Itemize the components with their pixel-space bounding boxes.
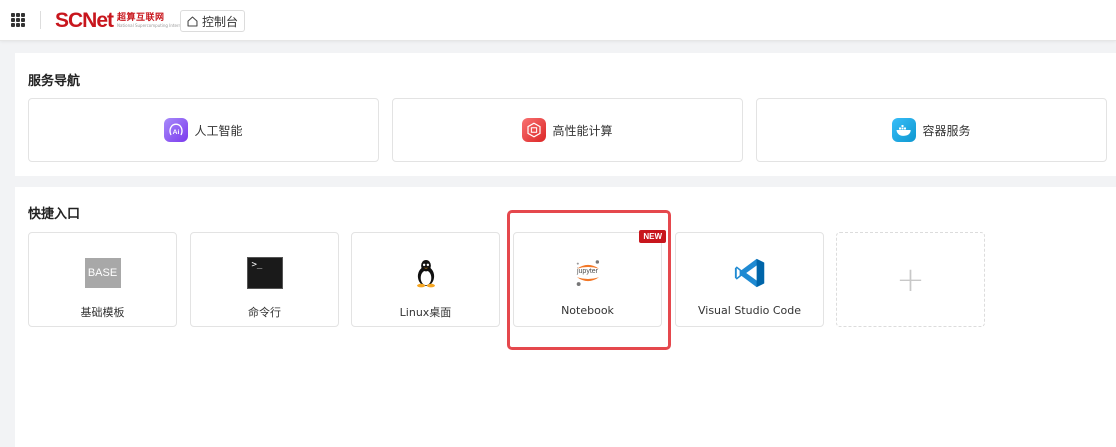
jupyter-icon: jupyter: [570, 255, 606, 291]
quick-card-terminal[interactable]: >_ 命令行: [190, 232, 339, 327]
service-label-hpc: 高性能计算: [552, 123, 613, 138]
service-navigation-title: 服务导航: [28, 74, 81, 89]
quick-card-base-template[interactable]: BASE 基础模板: [28, 232, 177, 327]
scnet-logo[interactable]: SCNet 超算互联网 National Supercomputing Inte…: [55, 9, 185, 33]
hpc-icon: [522, 118, 547, 142]
service-label-ai: 人工智能: [194, 123, 243, 138]
base-template-icon: BASE: [84, 255, 121, 291]
home-icon: [187, 16, 198, 26]
vscode-icon: [732, 255, 768, 291]
quick-label-notebook: Notebook: [561, 304, 614, 317]
svg-text:Ai: Ai: [173, 129, 180, 136]
logo-subtitle-cn: 超算互联网: [117, 13, 165, 23]
add-quick-entry-button[interactable]: +: [836, 232, 985, 327]
service-label-container: 容器服务: [922, 123, 971, 138]
quick-card-linux-desktop[interactable]: Linux桌面: [351, 232, 500, 327]
console-button[interactable]: 控制台: [180, 10, 246, 32]
logo-text: SCNet: [55, 9, 114, 32]
service-navigation-panel: 服务导航 Ai 人工智能 高性能计算 容器服务: [15, 53, 1116, 176]
quick-entry-title: 快捷入口: [28, 207, 81, 222]
quick-card-notebook[interactable]: jupyter Notebook NEW: [513, 230, 666, 327]
service-card-ai[interactable]: Ai 人工智能: [28, 98, 379, 162]
linux-tux-icon: [408, 255, 444, 291]
top-header: SCNet 超算互联网 National Supercomputing Inte…: [0, 0, 1116, 41]
quick-label-terminal: 命令行: [248, 306, 281, 319]
docker-icon: [892, 118, 917, 142]
new-badge: NEW: [639, 230, 666, 243]
service-card-hpc[interactable]: 高性能计算: [392, 98, 743, 162]
quick-card-vscode[interactable]: Visual Studio Code: [675, 232, 824, 327]
apps-grid-icon[interactable]: [11, 13, 25, 27]
quick-entry-panel: 快捷入口 BASE 基础模板 >_ 命令行 Linux桌面 jupyter No…: [15, 187, 1116, 447]
quick-label-vscode: Visual Studio Code: [697, 304, 802, 317]
logo-subtitle: 超算互联网 National Supercomputing Internet: [117, 14, 185, 28]
header-divider: [40, 11, 41, 29]
quick-label-base-template: 基础模板: [80, 306, 125, 319]
ai-icon: Ai: [164, 118, 189, 142]
logo-subtitle-en: National Supercomputing Internet: [117, 23, 186, 28]
quick-label-linux-desktop: Linux桌面: [399, 306, 452, 319]
service-card-container[interactable]: 容器服务: [756, 98, 1107, 162]
terminal-icon: >_: [246, 255, 283, 291]
plus-icon: +: [896, 259, 925, 300]
console-label: 控制台: [202, 14, 239, 29]
